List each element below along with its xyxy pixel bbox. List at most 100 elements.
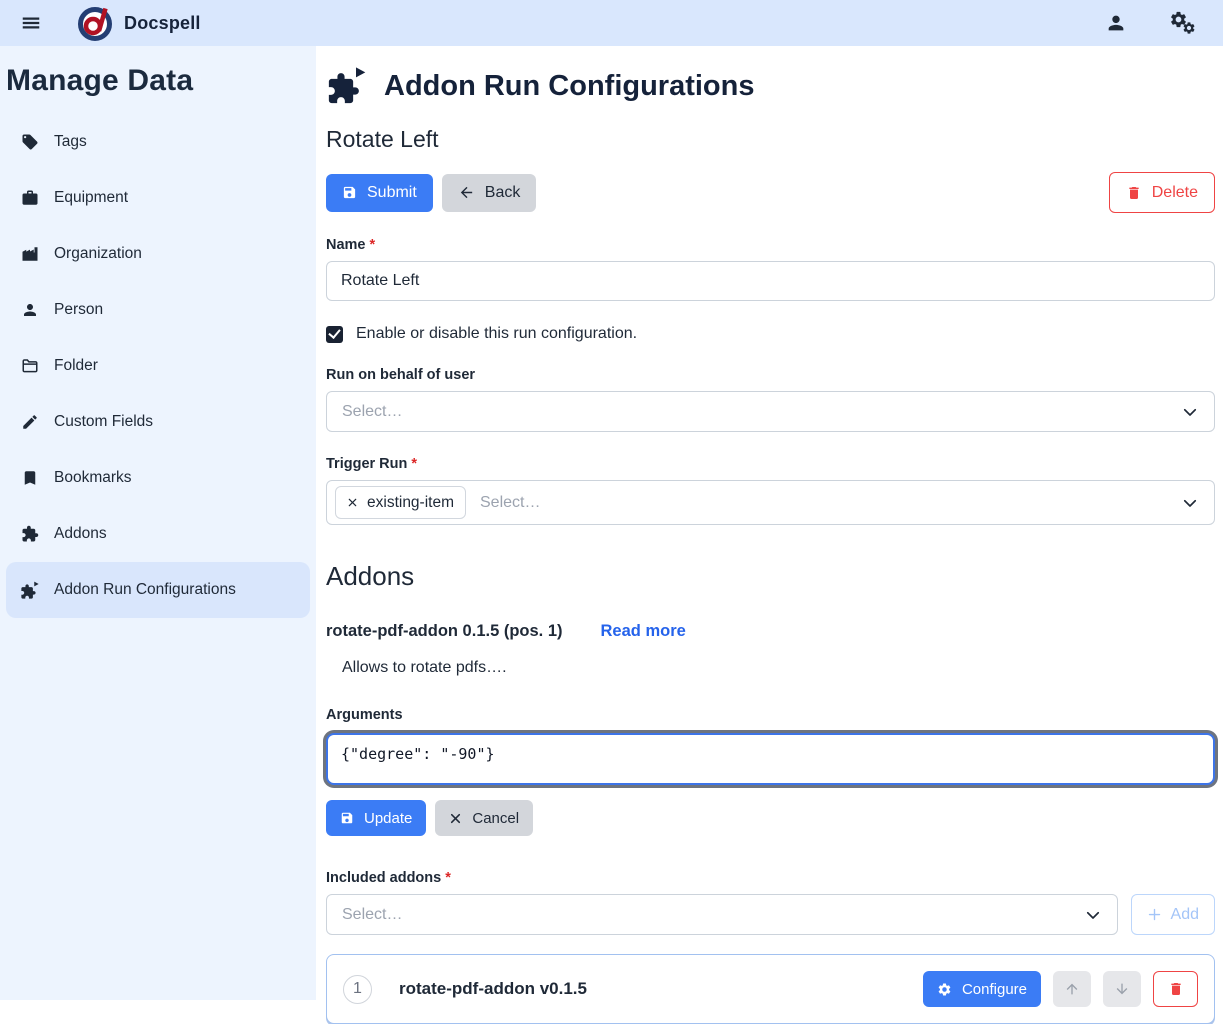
enable-checkbox-label: Enable or disable this run configuration…: [356, 325, 637, 343]
configure-button[interactable]: Configure: [923, 971, 1041, 1007]
sidebar-item-addon-run-configurations[interactable]: Addon Run Configurations: [6, 562, 310, 618]
addon-title-row: rotate-pdf-addon 0.1.5 (pos. 1) Read mor…: [326, 622, 1215, 641]
sidebar-item-custom-fields[interactable]: Custom Fields: [6, 394, 310, 450]
update-button[interactable]: Update: [326, 800, 426, 836]
save-icon: [342, 185, 357, 200]
name-field-label: Name*: [326, 237, 1215, 253]
addon-version-title: rotate-pdf-addon 0.1.5 (pos. 1): [326, 622, 563, 641]
page-layout: Manage Data Tags Equipment Organization …: [0, 46, 1223, 1000]
sidebar-item-tags[interactable]: Tags: [6, 114, 310, 170]
submit-button[interactable]: Submit: [326, 174, 433, 212]
save-icon: [340, 811, 354, 825]
chevron-down-icon: [1181, 403, 1199, 421]
move-up-button[interactable]: [1053, 971, 1091, 1007]
move-down-button[interactable]: [1103, 971, 1141, 1007]
addons-section-heading: Addons: [326, 561, 1215, 592]
sidebar-item-label: Addon Run Configurations: [54, 581, 236, 599]
action-row: Submit Back Delete: [326, 172, 1215, 213]
sidebar-item-label: Organization: [54, 245, 142, 263]
arrow-up-icon: [1064, 981, 1080, 997]
pen-icon: [20, 413, 39, 431]
gear-icon: [937, 982, 952, 997]
included-addon-card: 1 rotate-pdf-addon v0.1.5 Configure: [326, 954, 1215, 1024]
run-user-placeholder: Select…: [342, 403, 402, 421]
sidebar-item-folder[interactable]: Folder: [6, 338, 310, 394]
name-label-text: Name: [326, 237, 366, 253]
trash-icon: [1168, 981, 1184, 997]
trash-icon: [1126, 185, 1142, 201]
arguments-textarea[interactable]: {"degree": "-90"}: [326, 733, 1215, 785]
back-button-label: Back: [485, 184, 521, 202]
configure-button-label: Configure: [962, 981, 1027, 998]
cancel-button[interactable]: Cancel: [435, 800, 533, 836]
config-name-heading: Rotate Left: [326, 126, 1215, 153]
sidebar-item-equipment[interactable]: Equipment: [6, 170, 310, 226]
sidebar-item-addons[interactable]: Addons: [6, 506, 310, 562]
menu-icon[interactable]: [14, 6, 48, 40]
sidebar-item-bookmarks[interactable]: Bookmarks: [6, 450, 310, 506]
sidebar-title: Manage Data: [0, 56, 316, 114]
puzzle-run-icon: [326, 66, 366, 106]
trigger-run-select[interactable]: existing-item Select…: [326, 480, 1215, 525]
user-icon[interactable]: [1105, 12, 1127, 34]
arguments-label: Arguments: [326, 707, 1215, 723]
read-more-link[interactable]: Read more: [601, 622, 686, 641]
tag-icon: [20, 133, 39, 151]
arrow-down-icon: [1114, 981, 1130, 997]
sidebar-item-label: Folder: [54, 357, 98, 375]
add-button-label: Add: [1171, 906, 1199, 924]
settings-gears-icon[interactable]: [1169, 8, 1199, 38]
enable-checkbox-row: Enable or disable this run configuration…: [326, 325, 1215, 343]
included-placeholder: Select…: [342, 906, 402, 924]
required-asterisk: *: [411, 456, 417, 472]
trigger-placeholder: Select…: [480, 494, 540, 512]
name-input[interactable]: [326, 261, 1215, 301]
equipment-icon: [20, 189, 39, 207]
remove-addon-button[interactable]: [1153, 971, 1198, 1007]
person-icon: [20, 301, 39, 319]
addon-description: Allows to rotate pdfs….: [342, 659, 1215, 677]
top-navbar: Docspell: [0, 0, 1223, 46]
run-user-select[interactable]: Select…: [326, 391, 1215, 432]
sidebar-item-label: Addons: [54, 525, 107, 543]
close-icon: [449, 812, 462, 825]
included-addons-select[interactable]: Select…: [326, 894, 1118, 935]
sidebar-item-organization[interactable]: Organization: [6, 226, 310, 282]
cancel-button-label: Cancel: [472, 810, 519, 827]
page-header: Addon Run Configurations: [326, 66, 1215, 106]
update-button-label: Update: [364, 810, 412, 827]
docspell-logo-icon: [76, 4, 114, 42]
required-asterisk: *: [445, 870, 451, 886]
run-user-label: Run on behalf of user: [326, 367, 1215, 383]
sidebar-item-label: Person: [54, 301, 103, 319]
puzzle-run-icon: [20, 580, 39, 601]
main-content: Addon Run Configurations Rotate Left Sub…: [316, 46, 1223, 1000]
sidebar-item-person[interactable]: Person: [6, 282, 310, 338]
back-button[interactable]: Back: [442, 174, 537, 212]
trigger-run-label: Trigger Run*: [326, 456, 1215, 472]
plus-icon: [1147, 907, 1162, 922]
included-label-text: Included addons: [326, 870, 441, 886]
sidebar-item-label: Tags: [54, 133, 87, 151]
folder-icon: [20, 357, 39, 375]
remove-chip-icon[interactable]: [347, 497, 358, 508]
update-row: Update Cancel: [326, 800, 1215, 836]
trigger-chip-label: existing-item: [367, 494, 454, 512]
required-asterisk: *: [370, 237, 376, 253]
submit-button-label: Submit: [367, 184, 417, 202]
position-badge: 1: [343, 975, 372, 1004]
bookmark-icon: [20, 469, 39, 487]
enable-checkbox[interactable]: [326, 326, 343, 343]
sidebar-item-label: Custom Fields: [54, 413, 153, 431]
chevron-down-icon: [1084, 906, 1102, 924]
puzzle-icon: [20, 525, 39, 543]
app-brand[interactable]: Docspell: [76, 4, 201, 42]
app-title: Docspell: [124, 13, 201, 34]
organization-icon: [20, 245, 39, 263]
delete-button[interactable]: Delete: [1109, 172, 1215, 213]
trigger-chip[interactable]: existing-item: [335, 486, 466, 519]
arrow-left-icon: [458, 184, 475, 201]
sidebar: Manage Data Tags Equipment Organization …: [0, 46, 316, 1000]
add-addon-button[interactable]: Add: [1131, 894, 1215, 935]
included-addons-row: Select… Add: [326, 894, 1215, 935]
